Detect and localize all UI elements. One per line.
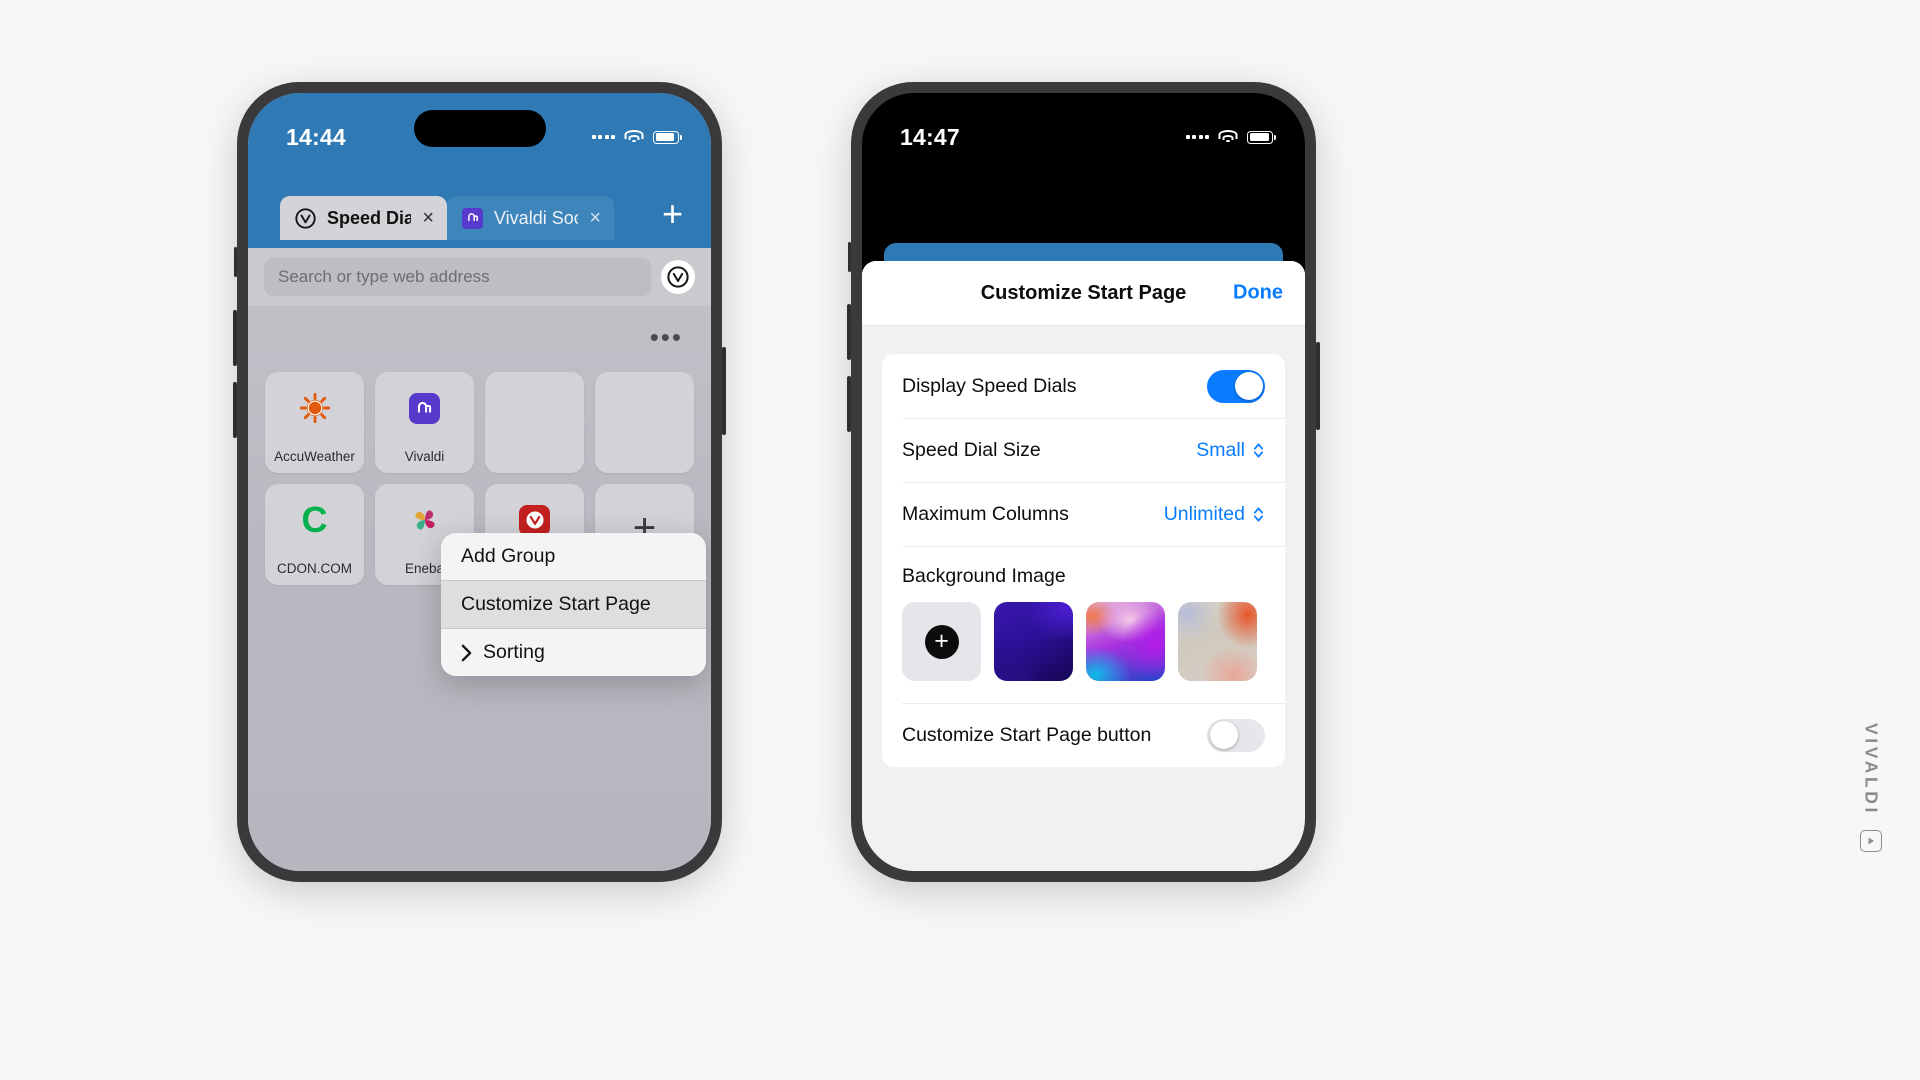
speed-dial-tile[interactable]: C CDON.COM <box>265 484 364 585</box>
close-icon[interactable]: × <box>589 208 601 228</box>
row-customize-start-page-button[interactable]: Customize Start Page button <box>882 703 1285 767</box>
menu-item-label: Add Group <box>461 545 556 567</box>
signal-dots-icon <box>591 135 615 139</box>
vivaldi-watermark: VIVALDI <box>1860 723 1882 852</box>
customize-start-page-button-toggle[interactable] <box>1207 718 1265 752</box>
wifi-icon <box>624 129 644 145</box>
speed-dial-area: ••• AccuWeather Vivaldi C CDON.COM Eneba… <box>248 306 711 871</box>
new-tab-button[interactable]: + <box>662 196 711 236</box>
chevron-updown-icon <box>1252 441 1265 460</box>
menu-item-customize-start-page[interactable]: Customize Start Page <box>441 581 706 628</box>
speed-dial-label: Eneba <box>404 561 445 576</box>
mute-switch[interactable] <box>848 242 851 272</box>
speed-dial-tile[interactable]: Vivaldi <box>375 372 474 473</box>
row-speed-dial-size[interactable]: Speed Dial Size Small <box>882 418 1285 482</box>
background-thumb-warm[interactable] <box>1178 602 1257 681</box>
volume-down-button[interactable] <box>847 376 851 432</box>
chevron-updown-icon <box>1252 505 1265 524</box>
row-label: Customize Start Page button <box>902 723 1152 746</box>
tab-label: Vivaldi Social <box>494 207 579 228</box>
tab-vivaldi-social[interactable]: Vivaldi Social × <box>447 196 614 240</box>
accuweather-sun-icon <box>298 389 332 427</box>
address-bar: Search or type web address <box>248 248 711 306</box>
wifi-icon <box>1218 129 1238 145</box>
power-button[interactable] <box>722 347 726 435</box>
row-label: Speed Dial Size <box>902 438 1041 461</box>
menu-item-add-group[interactable]: Add Group <box>441 533 706 580</box>
done-button[interactable]: Done <box>1233 282 1283 305</box>
mute-switch[interactable] <box>234 247 237 277</box>
speed-dial-tile[interactable] <box>485 372 584 473</box>
background-thumb-purple[interactable] <box>994 602 1073 681</box>
add-background-button[interactable]: + <box>902 602 981 681</box>
section-label: Background Image <box>902 565 1066 587</box>
row-value-text: Small <box>1196 438 1245 461</box>
right-phone-mockup: 14:47 Customize Start Page Done Display … <box>847 82 1320 882</box>
row-maximum-columns[interactable]: Maximum Columns Unlimited <box>882 482 1285 546</box>
background-thumb-magenta-cyan[interactable] <box>1086 602 1165 681</box>
plus-icon: + <box>924 624 959 659</box>
sheet-header: Customize Start Page Done <box>862 261 1305 326</box>
speed-dial-label: CDON.COM <box>277 561 352 576</box>
row-value-text: Unlimited <box>1163 502 1245 525</box>
context-menu: Add Group Customize Start Page Sorting <box>441 533 706 676</box>
status-time: 14:47 <box>900 123 960 150</box>
tab-speed-dial[interactable]: Speed Dial × <box>280 196 447 240</box>
eneba-pinwheel-icon <box>409 501 441 539</box>
overflow-menu-button[interactable]: ••• <box>650 324 683 350</box>
speed-dial-tile[interactable] <box>595 372 694 473</box>
right-phone-screen: 14:47 Customize Start Page Done Display … <box>862 93 1305 871</box>
background-thumbnail-list: + <box>902 602 1265 681</box>
volume-down-button[interactable] <box>233 382 237 438</box>
tab-label: Speed Dial <box>327 207 412 228</box>
vivaldi-shield-icon <box>295 207 316 229</box>
vivaldi-logo-icon <box>1860 830 1882 852</box>
settings-card: Display Speed Dials Speed Dial Size Smal… <box>882 354 1285 767</box>
speed-dial-tile[interactable]: AccuWeather <box>265 372 364 473</box>
row-display-speed-dials[interactable]: Display Speed Dials <box>882 354 1285 418</box>
dynamic-island <box>1017 110 1150 147</box>
display-speed-dials-toggle[interactable] <box>1207 369 1265 403</box>
dynamic-island <box>413 110 546 147</box>
battery-icon <box>1247 130 1276 144</box>
volume-up-button[interactable] <box>233 310 237 366</box>
speed-dial-size-select[interactable]: Small <box>1196 439 1265 462</box>
left-phone-screen: 14:44 Speed Dial × Vivaldi Social <box>248 93 711 871</box>
background-image-section: Background Image + <box>882 546 1285 703</box>
mastodon-icon <box>462 207 483 229</box>
close-icon[interactable]: × <box>422 208 434 228</box>
volume-up-button[interactable] <box>847 304 851 360</box>
tab-strip: Speed Dial × Vivaldi Social × + <box>248 192 711 240</box>
menu-item-sorting[interactable]: Sorting <box>441 629 706 676</box>
power-button[interactable] <box>1316 342 1320 430</box>
left-phone-mockup: 14:44 Speed Dial × Vivaldi Social <box>233 82 726 882</box>
signal-dots-icon <box>1185 135 1209 139</box>
speed-dial-label: Vivaldi <box>404 449 445 464</box>
battery-icon <box>653 130 682 144</box>
cdon-c-icon: C <box>301 499 328 540</box>
menu-item-label: Customize Start Page <box>461 593 651 615</box>
status-time: 14:44 <box>286 123 346 150</box>
mastodon-icon <box>409 389 440 427</box>
customize-start-page-sheet: Customize Start Page Done Display Speed … <box>862 261 1305 871</box>
page-title: Customize Start Page <box>980 281 1187 304</box>
search-input[interactable]: Search or type web address <box>264 258 651 296</box>
row-label: Display Speed Dials <box>902 374 1077 397</box>
vivaldi-menu-icon[interactable] <box>661 260 695 294</box>
row-label: Maximum Columns <box>902 502 1069 525</box>
chevron-right-icon <box>461 644 472 662</box>
menu-item-label: Sorting <box>483 641 545 663</box>
maximum-columns-select[interactable]: Unlimited <box>1164 503 1265 526</box>
watermark-label: VIVALDI <box>1861 723 1882 816</box>
speed-dial-label: AccuWeather <box>274 449 355 464</box>
